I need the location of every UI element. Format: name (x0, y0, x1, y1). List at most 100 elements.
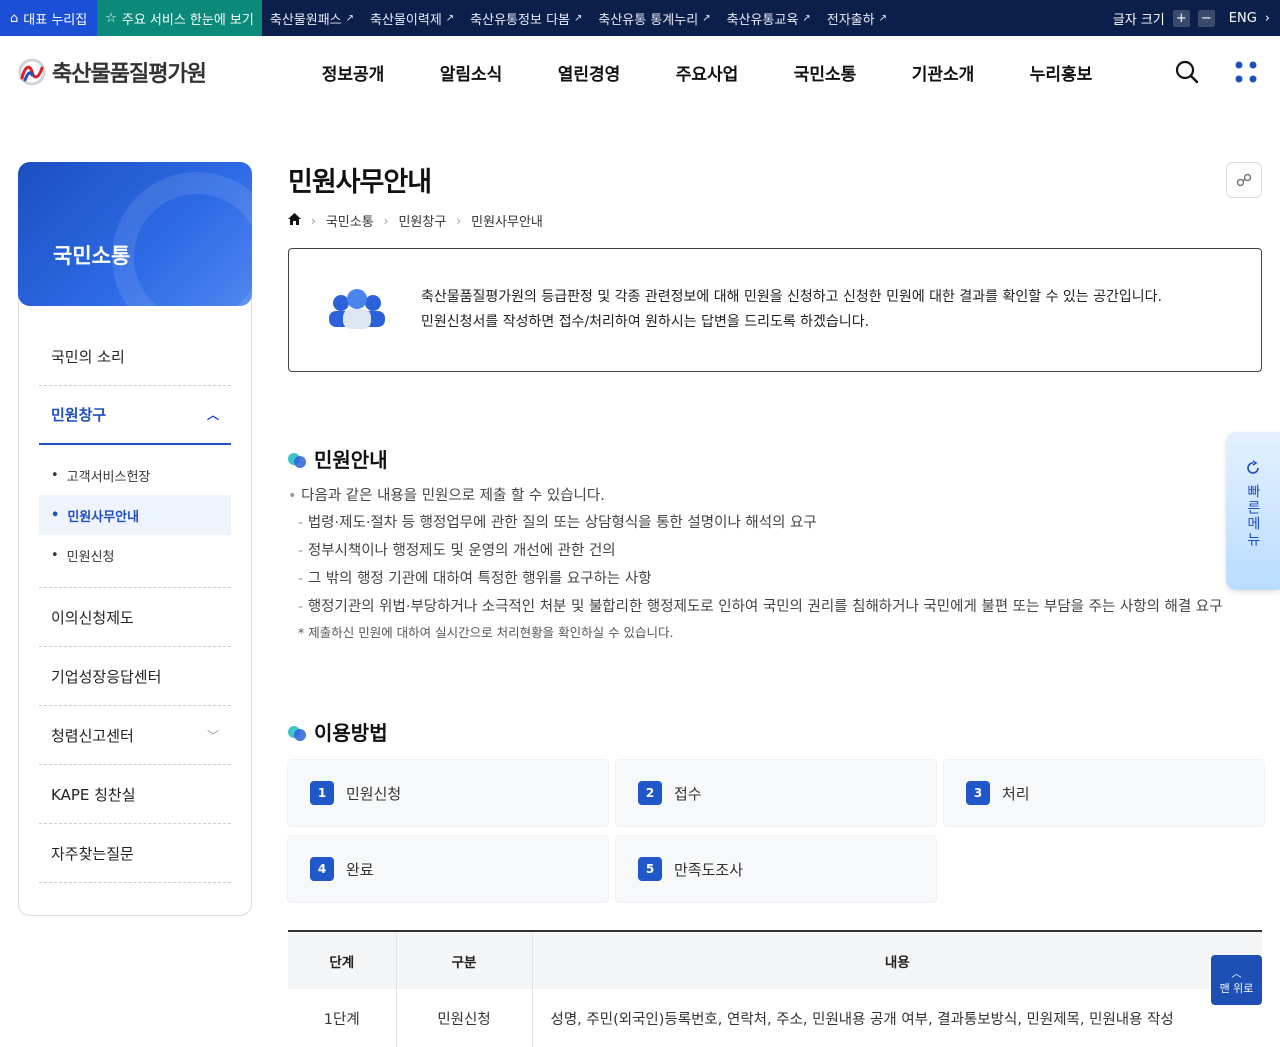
search-icon[interactable] (1174, 59, 1200, 85)
nav-communication[interactable]: 국민소통 (766, 60, 884, 85)
external-link-education[interactable]: 축산유통교육 ↗ (719, 9, 819, 28)
intro-box: 축산물품질평가원의 등급판정 및 각종 관련정보에 대해 민원을 신청하고 신청… (288, 248, 1262, 372)
breadcrumb: › 국민소통 › 민원창구 › 민원사무안내 (288, 211, 1262, 230)
font-size-label: 글자 크기 (1112, 12, 1165, 28)
sidebar-item-faq[interactable]: 자주찾는질문 (39, 824, 231, 883)
sidebar-item-civil-window[interactable]: 민원창구 ︿ (39, 386, 231, 445)
step-number: 2 (638, 781, 662, 805)
step-card: 5 만족도조사 (616, 836, 936, 902)
sidebar-item-praise[interactable]: KAPE 칭찬실 (39, 765, 231, 824)
breadcrumb-item[interactable]: 민원창구 (398, 211, 446, 230)
step-card: 3 처리 (944, 760, 1264, 826)
to-top-button[interactable]: ︿ 맨 위로 (1211, 955, 1262, 1005)
logo-text: 축산물품질평가원 (52, 62, 207, 87)
nav-open-management[interactable]: 열린경영 (530, 60, 648, 85)
page-title: 민원사무안내 (288, 167, 432, 198)
step-number: 1 (310, 781, 334, 805)
table-cell: 민원신청 (396, 989, 533, 1047)
sitemap-icon[interactable] (1234, 60, 1258, 84)
sidebar-item-voice[interactable]: 국민의 소리 (39, 327, 231, 386)
external-link-onepass[interactable]: 축산물원패스 ↗ (262, 9, 362, 28)
breadcrumb-item[interactable]: 국민소통 (326, 211, 374, 230)
external-link-traceability[interactable]: 축산물이력제 ↗ (362, 9, 462, 28)
step-number: 5 (638, 857, 662, 881)
external-link-icon: ↗ (345, 12, 355, 24)
site-logo[interactable]: 축산물품질평가원 (18, 56, 288, 88)
chevron-down-icon: ﹀ (206, 728, 219, 743)
main-content: 민원사무안내 › 국민소통 › 민원창구 › 민원사무안내 축산물품질평가원의 … (288, 160, 1264, 1047)
list-item: 법령·제도·절차 등 행정업무에 관한 질의 또는 상담형식을 통한 설명이나 … (288, 509, 1262, 537)
watermark-icon (112, 172, 252, 306)
external-link-e-shipping[interactable]: 전자출하 ↗ (819, 9, 895, 28)
home-icon: ⌂ (10, 10, 19, 26)
table-cell: 1단계 (288, 989, 397, 1047)
list-item: 그 밖의 행정 기관에 대하여 특정한 행위를 요구하는 사항 (288, 565, 1262, 593)
quick-menu-button[interactable]: 빠른메뉴 (1226, 432, 1280, 590)
people-icon (329, 289, 385, 329)
section-usage-title: 이용방법 (288, 717, 1262, 746)
nav-promotion[interactable]: 누리홍보 (1002, 60, 1120, 85)
table-cell: 성명, 주민(외국인)등록번호, 연락처, 주소, 민원내용 공개 여부, 결과… (550, 1011, 1174, 1028)
chevron-right-icon: › (311, 213, 316, 228)
share-link-button[interactable] (1226, 162, 1262, 198)
intro-text-line1: 축산물품질평가원의 등급판정 및 각종 관련정보에 대해 민원을 신청하고 신청… (421, 289, 1162, 305)
external-link-icon: ↗ (702, 12, 711, 24)
external-link-icon: ↗ (573, 12, 583, 24)
sidebar-item-integrity-center[interactable]: 청렴신고센터 ﹀ (39, 706, 231, 765)
step-label: 만족도조사 (674, 860, 744, 879)
sidebar-item-business-center[interactable]: 기업성장응답센터 (39, 647, 231, 706)
utility-bar: ⌂ 대표 누리집 ☆ 주요 서비스 한눈에 보기 축산물원패스 ↗ 축산물이력제 ↗… (0, 0, 1280, 36)
to-top-label: 맨 위로 (1219, 981, 1254, 995)
section-civil-guide-title: 민원안내 (288, 444, 1262, 473)
nav-about[interactable]: 기관소개 (884, 60, 1002, 85)
chevron-up-icon: ︿ (206, 408, 219, 422)
step-number: 4 (310, 857, 334, 881)
external-link-icon: ↗ (878, 12, 887, 24)
step-label: 민원신청 (346, 784, 402, 803)
nav-main-business[interactable]: 주요사업 (648, 60, 766, 85)
process-table: 단계 구분 내용 1단계 민원신청 성명, 주민(외국인)등록번호, 연락처, … (288, 930, 1262, 1047)
main-site-link[interactable]: ⌂ 대표 누리집 (0, 0, 98, 36)
link-icon (1236, 173, 1252, 187)
nav-info-disclosure[interactable]: 정보공개 (294, 60, 412, 85)
family-site-links: 축산물원패스 ↗ 축산물이력제 ↗ 축산유통정보 다봄 ↗ 축산유통 통계누리 ↗ 축산… (262, 0, 895, 36)
table-header: 내용 (532, 931, 1262, 989)
sidebar-item-objection[interactable]: 이의신청제도 (39, 588, 231, 647)
list-item: 행정기관의 위법·부당하거나 소극적인 처분 및 불합리한 행정제도로 인하여 … (288, 593, 1262, 621)
external-link-statistics[interactable]: 축산유통 통계누리 ↗ (590, 9, 718, 28)
site-header: 축산물품질평가원 정보공개 알림소식 열린경영 주요사업 국민소통 기관소개 누… (0, 36, 1280, 108)
sub-navigation: 국민소통 국민의 소리 민원창구︿ 고객서비스헌장 민원사무안내 민원신청 이의… (18, 162, 252, 916)
sidebar-title: 국민소통 (53, 244, 131, 268)
services-overview-link[interactable]: ☆ 주요 서비스 한눈에 보기 (97, 0, 262, 36)
main-nav: 정보공개 알림소식 열린경영 주요사업 국민소통 기관소개 누리홍보 (294, 60, 1120, 85)
civil-guide-list: 다음과 같은 내용을 민원으로 제출 할 수 있습니다. 법령·제도·절차 등 … (288, 483, 1262, 645)
home-icon[interactable] (288, 212, 301, 229)
chevron-up-icon: ︿ (1231, 968, 1242, 980)
list-item: 다음과 같은 내용을 민원으로 제출 할 수 있습니다. (288, 483, 1262, 509)
language-switch[interactable]: ENG (1229, 11, 1257, 26)
submenu-item-civil-apply[interactable]: 민원신청 (39, 535, 231, 575)
table-header: 단계 (288, 931, 397, 989)
sidebar-header: 국민소통 (18, 162, 252, 306)
chevron-right-icon: › (456, 213, 462, 228)
intro-text-line2: 민원신청서를 작성하면 접수/처리하여 원하시는 답변을 드리도록 하겠습니다. (421, 314, 870, 330)
nav-news[interactable]: 알림소식 (412, 60, 530, 85)
section-bullet-icon (288, 450, 306, 468)
submenu-item-charter[interactable]: 고객서비스헌장 (39, 455, 231, 495)
external-link-icon: ↗ (802, 12, 811, 24)
list-item: 정부시책이나 행정제도 및 운영의 개선에 관한 건의 (288, 537, 1262, 565)
font-decrease-button[interactable]: − (1197, 9, 1215, 27)
step-label: 완료 (346, 860, 374, 879)
quick-menu-label: 빠른메뉴 (1245, 484, 1261, 548)
submenu-item-civil-guide[interactable]: 민원사무안내 (39, 495, 231, 535)
table-row: 1단계 민원신청 성명, 주민(외국인)등록번호, 연락처, 주소, 민원내용 … (288, 989, 1262, 1047)
step-label: 처리 (1002, 784, 1030, 803)
process-steps: 1 민원신청 2 접수 3 처리 4 완료 5 만족도조사 (288, 760, 1264, 902)
table-header: 구분 (396, 931, 533, 989)
civil-window-submenu: 고객서비스헌장 민원사무안내 민원신청 (39, 445, 231, 588)
breadcrumb-current: 민원사무안내 (471, 215, 543, 230)
refresh-icon (1247, 460, 1259, 474)
step-card: 2 접수 (616, 760, 936, 826)
external-link-dabom[interactable]: 축산유통정보 다봄 ↗ (462, 9, 590, 28)
font-increase-button[interactable]: + (1172, 9, 1190, 27)
